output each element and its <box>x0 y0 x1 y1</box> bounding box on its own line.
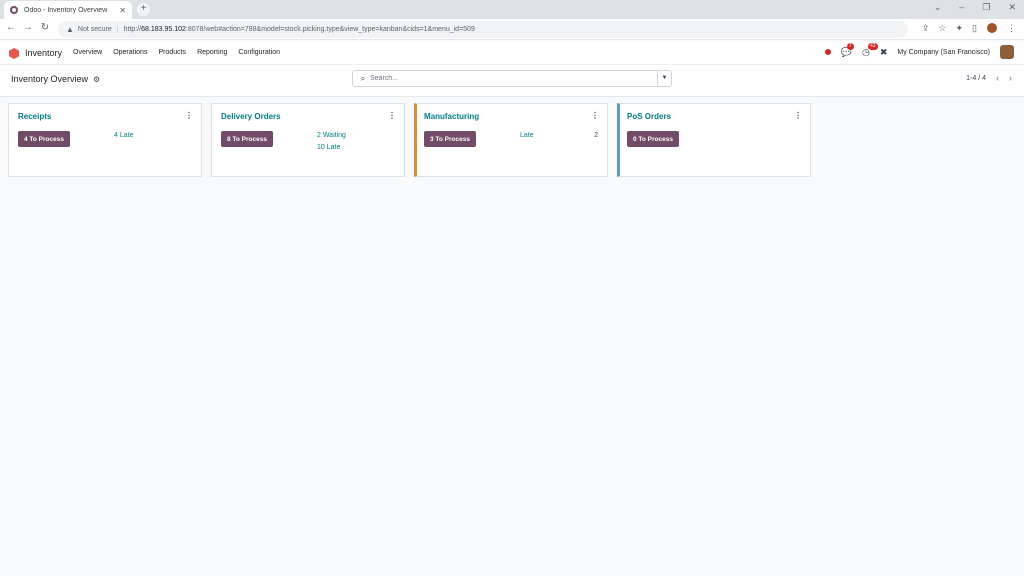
tab-title: Odoo - Inventory Overview <box>24 6 108 14</box>
profile-avatar-icon[interactable] <box>986 22 998 34</box>
pager-value[interactable]: 1-4 / 4 <box>966 75 986 82</box>
card-delivery-orders[interactable]: Delivery Orders ⋮ 8 To Process 2 Waiting… <box>211 103 405 177</box>
menu-reporting[interactable]: Reporting <box>197 49 227 56</box>
card-title[interactable]: Delivery Orders <box>221 112 281 121</box>
reload-icon[interactable]: ↻ <box>38 22 52 33</box>
url-separator: | <box>116 26 119 33</box>
record-dot-icon[interactable] <box>824 49 831 55</box>
security-label: Not secure <box>77 26 112 33</box>
card-menu-icon[interactable]: ⋮ <box>794 111 802 120</box>
url-scheme: http:// <box>123 26 142 33</box>
bookmark-star-icon[interactable]: ☆ <box>938 23 946 34</box>
waiting-link[interactable]: 2 Waiting <box>317 132 346 139</box>
card-title[interactable]: Receipts <box>18 112 51 121</box>
extensions-icon[interactable]: ✦ <box>956 23 964 34</box>
warning-icon: ▲ <box>66 25 74 34</box>
to-process-button[interactable]: 8 To Process <box>221 131 273 147</box>
search-options-toggle-icon[interactable]: ▼ <box>657 71 671 86</box>
minimize-icon[interactable]: – <box>959 2 964 13</box>
browser-tabstrip: Odoo - Inventory Overview ✕ + ⌄ – ❐ ✕ <box>0 0 1024 19</box>
browser-tools: ⇪ ☆ ✦ ▯ ⋮ <box>922 22 1016 34</box>
forward-arrow-icon[interactable]: → <box>21 22 35 33</box>
tab-close-icon[interactable]: ✕ <box>119 6 126 15</box>
card-title[interactable]: PoS Orders <box>627 112 671 121</box>
share-icon[interactable]: ⇪ <box>922 23 930 34</box>
close-window-icon[interactable]: ✕ <box>1008 2 1016 13</box>
browser-toolbar: ← → ↻ ▲ Not secure | http:// 68.183.95.1… <box>0 19 1024 40</box>
systray: 💬 7 ◷ 43 ✖ My Company (San Francisco) <box>824 42 1014 59</box>
card-menu-icon[interactable]: ⋮ <box>185 111 193 120</box>
kanban-view: Receipts ⋮ 4 To Process 4 Late Delivery … <box>8 103 811 177</box>
url-path: :8078/web#action=788&model=stock.picking… <box>185 26 475 33</box>
gear-icon[interactable]: ⚙ <box>93 75 100 84</box>
menu-products[interactable]: Products <box>158 49 186 56</box>
search-icon: ⌕ <box>360 73 366 83</box>
menu-configuration[interactable]: Configuration <box>238 49 280 56</box>
odoo-favicon-icon <box>10 6 18 14</box>
messages-icon[interactable]: 💬 7 <box>841 42 854 58</box>
company-switcher[interactable]: My Company (San Francisco) <box>897 49 990 56</box>
window-controls: ⌄ – ❐ ✕ <box>934 2 1016 13</box>
back-arrow-icon[interactable]: ← <box>4 22 18 33</box>
pager: 1-4 / 4 ‹ › <box>966 73 1012 83</box>
tab-search-icon[interactable]: ⌄ <box>934 2 942 13</box>
debug-tools-icon[interactable]: ✖ <box>880 47 888 58</box>
card-receipts[interactable]: Receipts ⋮ 4 To Process 4 Late <box>8 103 202 177</box>
odoo-navbar: Inventory Overview Operations Products R… <box>0 41 1024 65</box>
browser-tab[interactable]: Odoo - Inventory Overview ✕ <box>4 1 132 19</box>
control-panel: Inventory Overview ⚙ ⌕ ▼ 1-4 / 4 ‹ › <box>0 65 1024 97</box>
address-bar[interactable]: ▲ Not secure | http:// 68.183.95.102 :80… <box>58 21 908 38</box>
activities-clock-icon[interactable]: ◷ 43 <box>862 42 878 58</box>
pager-previous-icon[interactable]: ‹ <box>996 73 999 83</box>
search-input[interactable] <box>370 75 657 82</box>
card-title[interactable]: Manufacturing <box>424 112 479 121</box>
late-count: 2 <box>594 132 598 139</box>
inventory-app-icon[interactable] <box>9 48 19 59</box>
messages-badge: 7 <box>846 42 854 50</box>
user-avatar[interactable] <box>1000 45 1014 59</box>
late-link[interactable]: Late <box>520 132 534 139</box>
to-process-button[interactable]: 4 To Process <box>18 131 70 147</box>
restore-icon[interactable]: ❐ <box>982 2 990 13</box>
page-title: Inventory Overview <box>11 74 89 84</box>
url-host: 68.183.95.102 <box>141 26 186 33</box>
to-process-button[interactable]: 0 To Process <box>627 131 679 147</box>
side-panel-icon[interactable]: ▯ <box>972 23 977 34</box>
late-link[interactable]: 10 Late <box>317 144 340 151</box>
browser-menu-icon[interactable]: ⋮ <box>1007 23 1016 34</box>
menu-operations[interactable]: Operations <box>113 49 147 56</box>
late-link[interactable]: 4 Late <box>114 132 133 139</box>
app-name[interactable]: Inventory <box>25 48 62 58</box>
card-manufacturing[interactable]: Manufacturing ⋮ 3 To Process Late 2 <box>414 103 608 177</box>
main-menu: Overview Operations Products Reporting C… <box>73 49 280 56</box>
breadcrumb: Inventory Overview ⚙ <box>11 74 100 84</box>
new-tab-button[interactable]: + <box>137 3 150 16</box>
search-bar: ⌕ ▼ <box>352 70 672 87</box>
to-process-button[interactable]: 3 To Process <box>424 131 476 147</box>
menu-overview[interactable]: Overview <box>73 49 102 56</box>
card-menu-icon[interactable]: ⋮ <box>591 111 599 120</box>
activities-badge: 43 <box>868 42 878 50</box>
card-pos-orders[interactable]: PoS Orders ⋮ 0 To Process <box>617 103 811 177</box>
pager-next-icon[interactable]: › <box>1009 73 1012 83</box>
card-menu-icon[interactable]: ⋮ <box>388 111 396 120</box>
